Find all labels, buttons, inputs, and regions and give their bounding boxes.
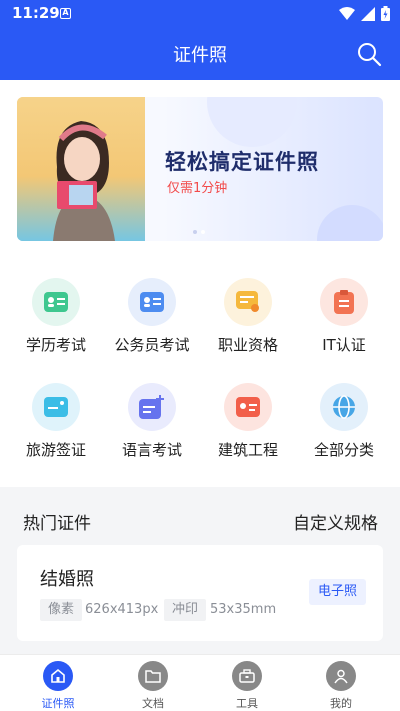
category-item-it-certification[interactable]: IT认证 bbox=[294, 270, 394, 370]
banner-photo bbox=[17, 97, 145, 241]
bottom-tab-bar: 证件照 文档 工具 我的 bbox=[0, 654, 400, 711]
tab-label: 证件照 bbox=[41, 697, 75, 710]
notification-icon: A bbox=[60, 8, 71, 19]
pixel-tag: 像素 bbox=[40, 599, 83, 621]
banner-decor-circle bbox=[207, 97, 297, 147]
tab-documents[interactable]: 文档 bbox=[103, 661, 203, 711]
app-bar: 证件照 bbox=[0, 28, 400, 80]
category-label: 学历考试 bbox=[25, 336, 86, 354]
category-item-vocational-qualification[interactable]: 职业资格 bbox=[198, 270, 298, 370]
tab-label: 工具 bbox=[236, 697, 258, 710]
clipboard-icon bbox=[320, 278, 368, 326]
page-title: 证件照 bbox=[173, 45, 227, 66]
spec-name: 结婚照 bbox=[40, 569, 94, 590]
category-label: IT认证 bbox=[322, 336, 366, 354]
print-value: 53x35mm bbox=[210, 602, 277, 617]
category-item-language-exam[interactable]: 语言考试 bbox=[102, 375, 202, 475]
category-label: 职业资格 bbox=[217, 336, 278, 354]
section-title: 热门证件 bbox=[23, 514, 91, 534]
main-content: 轻松搞定证件照 仅需1分钟 学历考试 公务员考试 职业资格 IT认证 旅游签证 … bbox=[0, 80, 400, 654]
tab-label: 我的 bbox=[330, 697, 352, 710]
category-item-all-categories[interactable]: 全部分类 bbox=[294, 375, 394, 475]
category-label: 旅游签证 bbox=[25, 441, 86, 459]
spec-card[interactable]: 结婚照 像素 626x413px 冲印 53x35mm 电子照 bbox=[17, 545, 383, 641]
category-item-construction-engineering[interactable]: 建筑工程 bbox=[198, 375, 298, 475]
id-card-icon bbox=[224, 383, 272, 431]
toolbox-icon bbox=[232, 661, 262, 691]
wifi-icon bbox=[339, 6, 355, 20]
print-tag: 冲印 bbox=[164, 599, 207, 621]
folder-icon bbox=[138, 661, 168, 691]
pixel-value: 626x413px bbox=[85, 602, 159, 617]
banner-headline: 轻松搞定证件照 bbox=[165, 150, 319, 174]
carousel-indicator bbox=[193, 230, 205, 234]
electronic-photo-badge[interactable]: 电子照 bbox=[308, 579, 366, 605]
tab-profile[interactable]: 我的 bbox=[291, 661, 391, 711]
tab-id-photo[interactable]: 证件照 bbox=[8, 661, 108, 711]
battery-icon bbox=[381, 6, 390, 21]
carousel-dot-active bbox=[201, 230, 205, 234]
ticket-icon bbox=[32, 383, 80, 431]
custom-spec-link[interactable]: 自定义规格 bbox=[293, 509, 378, 534]
category-item-civil-servant-exam[interactable]: 公务员考试 bbox=[102, 270, 202, 370]
signal-icon bbox=[361, 6, 375, 21]
status-bar: 11:29 A bbox=[0, 0, 400, 28]
category-label: 公务员考试 bbox=[114, 336, 190, 354]
category-label: 语言考试 bbox=[121, 441, 182, 459]
user-icon bbox=[326, 661, 356, 691]
tab-tools[interactable]: 工具 bbox=[197, 661, 297, 711]
carousel-dot bbox=[193, 230, 197, 234]
hot-documents-section: 热门证件 自定义规格 结婚照 像素 626x413px 冲印 53x35mm 电… bbox=[0, 487, 400, 654]
document-add-icon bbox=[128, 383, 176, 431]
category-item-travel-visa[interactable]: 旅游签证 bbox=[6, 375, 106, 475]
system-icons bbox=[339, 6, 390, 21]
woman-photo-illustration bbox=[17, 97, 145, 241]
tab-label: 文档 bbox=[142, 697, 164, 710]
category-label: 全部分类 bbox=[313, 441, 374, 459]
status-time: 11:29 bbox=[12, 4, 60, 22]
search-icon[interactable] bbox=[356, 41, 382, 67]
certificate-icon bbox=[224, 278, 272, 326]
banner-decor-circle bbox=[317, 205, 383, 241]
id-card-icon bbox=[128, 278, 176, 326]
category-label: 建筑工程 bbox=[217, 441, 278, 459]
id-card-icon bbox=[32, 278, 80, 326]
globe-icon bbox=[320, 383, 368, 431]
promo-banner[interactable]: 轻松搞定证件照 仅需1分钟 bbox=[17, 97, 383, 241]
banner-subline: 仅需1分钟 bbox=[167, 181, 228, 196]
home-icon bbox=[43, 661, 73, 691]
category-item-education-exam[interactable]: 学历考试 bbox=[6, 270, 106, 370]
